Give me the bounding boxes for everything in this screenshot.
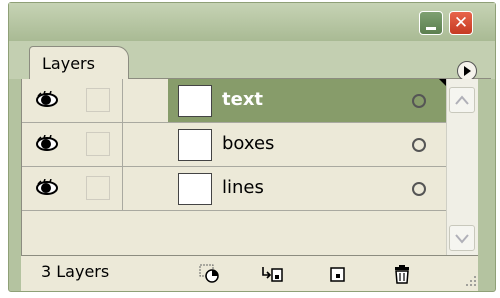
trash-icon[interactable] [391, 264, 413, 284]
tab-label: Layers [42, 54, 95, 73]
new-layer-icon[interactable] [327, 264, 349, 284]
layer-row[interactable]: boxes [22, 123, 447, 167]
layer-count: 3 Layers [41, 262, 110, 281]
tab-strip: Layers [9, 41, 495, 79]
eye-icon[interactable] [36, 135, 58, 153]
eye-icon[interactable] [36, 91, 58, 109]
panel-menu-button[interactable] [457, 61, 477, 81]
title-bar[interactable]: ✕ [9, 3, 495, 41]
target-circle-icon[interactable] [412, 138, 426, 152]
target-circle-icon[interactable] [412, 182, 426, 196]
panel-menu-icon [464, 66, 471, 76]
minimize-icon [426, 27, 436, 30]
layer-name[interactable]: lines [222, 177, 264, 198]
layer-list: text boxes lines [21, 79, 447, 255]
layer-row[interactable]: lines [22, 167, 447, 211]
scroll-up-button[interactable] [449, 87, 475, 113]
chevron-up-icon [455, 95, 469, 105]
layer-name[interactable]: text [222, 89, 263, 110]
scroll-down-button[interactable] [449, 225, 475, 251]
column-divider [122, 123, 123, 166]
layer-row[interactable]: text [22, 79, 447, 123]
panel-footer: 3 Layers [21, 255, 478, 291]
layer-thumbnail [178, 85, 212, 117]
lock-toggle[interactable] [86, 132, 110, 156]
minimize-button[interactable] [419, 11, 443, 35]
close-icon: ✕ [453, 13, 469, 33]
target-circle-icon[interactable] [412, 94, 426, 108]
tab-layers[interactable]: Layers [29, 46, 129, 79]
clipping-mask-icon[interactable] [199, 264, 221, 284]
lock-toggle[interactable] [86, 176, 110, 200]
lock-toggle[interactable] [86, 88, 110, 112]
close-button[interactable]: ✕ [449, 11, 473, 35]
vertical-scrollbar[interactable] [446, 79, 478, 255]
column-divider [122, 79, 123, 122]
layer-name[interactable]: boxes [222, 133, 274, 154]
layers-panel: ✕ Layers text boxes lines 3 Layers [8, 2, 496, 292]
new-sublayer-icon[interactable] [261, 264, 283, 284]
layer-thumbnail [178, 129, 212, 161]
eye-icon[interactable] [36, 179, 58, 197]
column-divider [122, 167, 123, 210]
layer-thumbnail [178, 173, 212, 205]
chevron-down-icon [455, 234, 469, 244]
resize-grip-icon[interactable] [463, 273, 477, 287]
